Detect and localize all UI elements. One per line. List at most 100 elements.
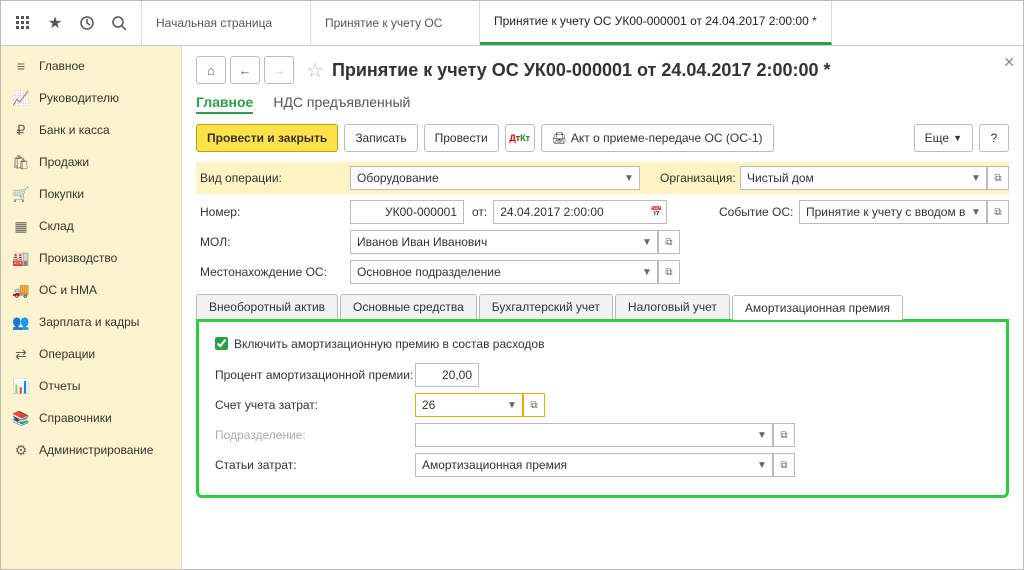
mol-input[interactable]: Иванов Иван Иванович bbox=[350, 230, 637, 254]
number-label: Номер: bbox=[196, 205, 350, 219]
sidebar-item-payroll[interactable]: 👥Зарплата и кадры bbox=[1, 306, 181, 338]
event-open-icon[interactable]: ⧉ bbox=[987, 200, 1009, 224]
home-button[interactable]: ⌂ bbox=[196, 56, 226, 84]
back-button[interactable]: ← bbox=[230, 56, 260, 84]
help-button[interactable]: ? bbox=[979, 124, 1009, 152]
forward-button[interactable]: → bbox=[264, 56, 294, 84]
date-input[interactable]: 24.04.2017 2:00:00 bbox=[493, 200, 646, 224]
toolbar-quick-icons: ★ bbox=[1, 1, 142, 45]
sidebar: ≡Главное 📈Руководителю ₽Банк и касса 🛍Пр… bbox=[1, 46, 182, 569]
sidebar-item-assets[interactable]: 🚚ОС и НМА bbox=[1, 274, 181, 306]
include-bonus-checkbox[interactable]: Включить амортизационную премию в состав… bbox=[211, 334, 994, 353]
sidebar-item-reports[interactable]: 📊Отчеты bbox=[1, 370, 181, 402]
sidebar-item-admin[interactable]: ⚙Администрирование bbox=[1, 434, 181, 466]
event-label: Событие ОС: bbox=[719, 205, 799, 219]
bonus-panel: Включить амортизационную премию в состав… bbox=[196, 319, 1009, 498]
bars-icon: 📊 bbox=[11, 376, 31, 396]
bag-icon: 🛍 bbox=[11, 152, 31, 172]
sidebar-item-sales[interactable]: 🛍Продажи bbox=[1, 146, 181, 178]
itab-accounting[interactable]: Бухгалтерский учет bbox=[479, 294, 613, 319]
page-title: Принятие к учету ОС УК00-000001 от 24.04… bbox=[332, 60, 831, 81]
calendar-icon[interactable]: 📅 bbox=[646, 200, 667, 224]
org-label: Организация: bbox=[660, 171, 740, 185]
dept-label: Подразделение: bbox=[211, 428, 415, 442]
dtkt-icon[interactable]: ДтКт bbox=[505, 124, 535, 152]
doc-subtabs: Главное НДС предъявленный bbox=[196, 94, 1009, 114]
dept-open-icon[interactable]: ⧉ bbox=[773, 423, 795, 447]
search-icon[interactable] bbox=[105, 9, 133, 37]
tab-doc-list[interactable]: Принятие к учету ОС bbox=[311, 1, 480, 45]
book-icon: 📚 bbox=[11, 408, 31, 428]
sidebar-item-warehouse[interactable]: ▦Склад bbox=[1, 210, 181, 242]
favorite-star-icon[interactable]: ☆ bbox=[306, 58, 324, 83]
pct-label: Процент амортизационной премии: bbox=[211, 368, 415, 382]
acct-input[interactable]: 26 bbox=[415, 393, 502, 417]
truck-icon: 🚚 bbox=[11, 280, 31, 300]
mol-dropdown[interactable]: ▼ bbox=[637, 230, 658, 254]
event-dropdown[interactable]: ▼ bbox=[966, 200, 987, 224]
cost-label: Статьи затрат: bbox=[211, 458, 415, 472]
dept-dropdown[interactable]: ▼ bbox=[752, 423, 773, 447]
history-icon[interactable] bbox=[73, 9, 101, 37]
op-type-input[interactable]: Оборудование bbox=[350, 166, 619, 190]
tab-home[interactable]: Начальная страница bbox=[142, 1, 311, 45]
cost-open-icon[interactable]: ⧉ bbox=[773, 453, 795, 477]
close-icon[interactable]: ✕ bbox=[1003, 54, 1015, 71]
top-bar: ★ Начальная страница Принятие к учету ОС… bbox=[1, 1, 1023, 46]
itab-noncurrent[interactable]: Внеоборотный актив bbox=[196, 294, 338, 319]
star-icon[interactable]: ★ bbox=[41, 9, 69, 37]
location-input[interactable]: Основное подразделение bbox=[350, 260, 637, 284]
org-input[interactable]: Чистый дом bbox=[740, 166, 966, 190]
acct-open-icon[interactable]: ⧉ bbox=[523, 393, 545, 417]
inner-tabs: Внеоборотный актив Основные средства Бух… bbox=[196, 294, 1009, 320]
acct-dropdown[interactable]: ▼ bbox=[502, 393, 523, 417]
itab-tax[interactable]: Налоговый учет bbox=[615, 294, 730, 319]
include-bonus-input[interactable] bbox=[215, 337, 228, 350]
act-button[interactable]: 🖨Акт о приеме-передаче ОС (ОС-1) bbox=[541, 124, 774, 152]
sidebar-item-manager[interactable]: 📈Руководителю bbox=[1, 82, 181, 114]
subtab-main[interactable]: Главное bbox=[196, 94, 253, 114]
event-input[interactable]: Принятие к учету с вводом в bbox=[799, 200, 966, 224]
ruble-icon: ₽ bbox=[11, 120, 31, 140]
org-dropdown[interactable]: ▼ bbox=[966, 166, 987, 190]
window-tabs: Начальная страница Принятие к учету ОС П… bbox=[142, 1, 832, 45]
pct-input[interactable]: 20,00 bbox=[415, 363, 479, 387]
operations-icon: ⇄ bbox=[11, 344, 31, 364]
people-icon: 👥 bbox=[11, 312, 31, 332]
sidebar-item-catalogs[interactable]: 📚Справочники bbox=[1, 402, 181, 434]
tab-doc-current[interactable]: Принятие к учету ОС УК00-000001 от 24.04… bbox=[480, 1, 832, 45]
content: ✕ ⌂ ← → ☆ Принятие к учету ОС УК00-00000… bbox=[182, 46, 1023, 569]
mol-open-icon[interactable]: ⧉ bbox=[658, 230, 680, 254]
printer-icon: 🖨 bbox=[552, 131, 567, 145]
number-input[interactable]: УК00-000001 bbox=[350, 200, 464, 224]
gear-icon: ⚙ bbox=[11, 440, 31, 460]
cost-input[interactable]: Амортизационная премия bbox=[415, 453, 752, 477]
chart-line-icon: 📈 bbox=[11, 88, 31, 108]
date-label: от: bbox=[472, 205, 487, 219]
apps-icon[interactable] bbox=[9, 9, 37, 37]
save-button[interactable]: Записать bbox=[344, 124, 417, 152]
menu-icon: ≡ bbox=[11, 56, 31, 76]
sidebar-item-main[interactable]: ≡Главное bbox=[1, 50, 181, 82]
sidebar-item-bank[interactable]: ₽Банк и касса bbox=[1, 114, 181, 146]
sidebar-item-operations[interactable]: ⇄Операции bbox=[1, 338, 181, 370]
acct-label: Счет учета затрат: bbox=[211, 398, 415, 412]
sidebar-item-production[interactable]: 🏭Производство bbox=[1, 242, 181, 274]
op-type-dropdown[interactable]: ▼ bbox=[619, 166, 640, 190]
location-label: Местонахождение ОС: bbox=[196, 265, 350, 279]
sidebar-item-purchases[interactable]: 🛒Покупки bbox=[1, 178, 181, 210]
org-open-icon[interactable]: ⧉ bbox=[987, 166, 1009, 190]
itab-bonus[interactable]: Амортизационная премия bbox=[732, 295, 903, 320]
mol-label: МОЛ: bbox=[196, 235, 350, 249]
more-button[interactable]: Еще ▼ bbox=[914, 124, 973, 152]
itab-fixed-assets[interactable]: Основные средства bbox=[340, 294, 477, 319]
cart-icon: 🛒 bbox=[11, 184, 31, 204]
post-button[interactable]: Провести bbox=[424, 124, 499, 152]
dept-input[interactable] bbox=[415, 423, 752, 447]
location-open-icon[interactable]: ⧉ bbox=[658, 260, 680, 284]
location-dropdown[interactable]: ▼ bbox=[637, 260, 658, 284]
subtab-vat[interactable]: НДС предъявленный bbox=[273, 94, 410, 114]
post-and-close-button[interactable]: Провести и закрыть bbox=[196, 124, 338, 152]
chevron-down-icon: ▼ bbox=[953, 133, 962, 143]
cost-dropdown[interactable]: ▼ bbox=[752, 453, 773, 477]
